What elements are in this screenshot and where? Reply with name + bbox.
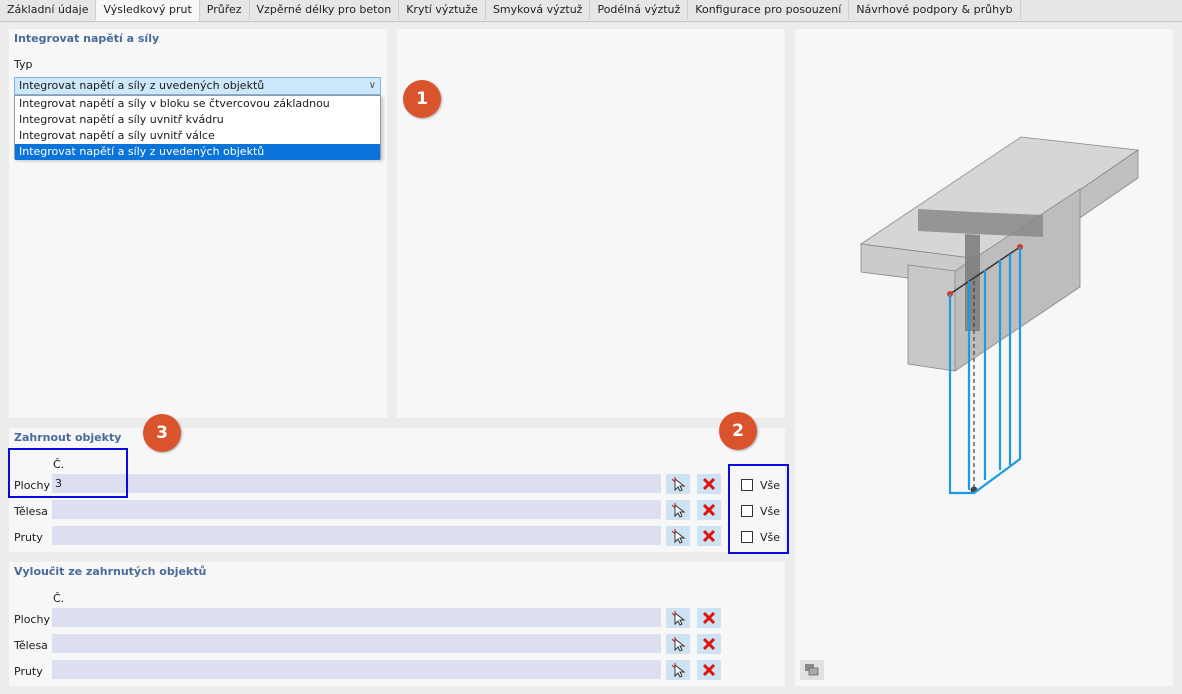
- exclude-title: Vyloučit ze zahrnutých objektů: [14, 565, 207, 578]
- highlight-box-all-checkboxes: [728, 464, 789, 554]
- web-front: [907, 264, 956, 372]
- middle-panel: [397, 29, 785, 418]
- type-dropdown-list: Integrovat napětí a síly v bloku se čtve…: [14, 95, 381, 160]
- highlight-box-surfaces: [8, 448, 128, 498]
- type-label: Typ: [14, 58, 33, 71]
- select-cursor-icon[interactable]: [666, 634, 690, 654]
- tab-shear-reinforcement[interactable]: Smyková výztuž: [485, 0, 591, 20]
- t-beam-3d-preview: [859, 136, 1140, 495]
- tab-design-configuration[interactable]: Konfigurace pro posouzení: [688, 0, 850, 20]
- view-settings-icon[interactable]: [800, 660, 824, 680]
- select-cursor-icon[interactable]: [666, 500, 690, 520]
- include-solids-input[interactable]: [52, 500, 661, 519]
- exclude-surfaces-input[interactable]: [52, 608, 661, 627]
- tab-design-supports[interactable]: Návrhové podpory & průhyb: [849, 0, 1021, 20]
- callout-badge-3: 3: [143, 414, 181, 452]
- tab-concrete-cover[interactable]: Krytí výztuže: [399, 0, 486, 20]
- exclude-members-label: Pruty: [14, 665, 43, 678]
- exclude-members-input[interactable]: [52, 660, 661, 679]
- delete-x-icon[interactable]: [697, 634, 721, 654]
- delete-x-icon[interactable]: [697, 660, 721, 680]
- type-select[interactable]: Integrovat napětí a síly z uvedených obj…: [14, 77, 381, 95]
- exclude-surfaces-label: Plochy: [14, 613, 50, 626]
- delete-x-icon[interactable]: [697, 500, 721, 520]
- type-option[interactable]: Integrovat napětí a síly v bloku se čtve…: [15, 96, 380, 112]
- tab-bar: Základní údaje Výsledkový prut Průřez Vz…: [0, 0, 1182, 22]
- exclude-solids-input[interactable]: [52, 634, 661, 653]
- callout-badge-2: 2: [719, 412, 757, 450]
- select-cursor-icon[interactable]: [666, 526, 690, 546]
- select-cursor-icon[interactable]: [666, 608, 690, 628]
- include-solids-label: Tělesa: [14, 505, 48, 518]
- select-cursor-icon[interactable]: [666, 660, 690, 680]
- delete-x-icon[interactable]: [697, 474, 721, 494]
- include-members-label: Pruty: [14, 531, 43, 544]
- delete-x-icon[interactable]: [697, 526, 721, 546]
- tab-basic-data[interactable]: Základní údaje: [0, 0, 97, 20]
- exclude-solids-label: Tělesa: [14, 639, 48, 652]
- include-surfaces-input[interactable]: 3: [52, 474, 661, 493]
- exclude-number-header: Č.: [53, 592, 65, 605]
- chevron-down-icon: ∨: [368, 80, 376, 91]
- tab-cross-section[interactable]: Průřez: [199, 0, 250, 20]
- callout-badge-1: 1: [403, 80, 441, 118]
- include-members-input[interactable]: [52, 526, 661, 545]
- tab-result-member[interactable]: Výsledkový prut: [96, 0, 200, 21]
- type-select-value: Integrovat napětí a síly z uvedených obj…: [19, 79, 265, 92]
- type-option[interactable]: Integrovat napětí a síly uvnitř kvádru: [15, 112, 380, 128]
- type-option-selected[interactable]: Integrovat napětí a síly z uvedených obj…: [15, 144, 380, 160]
- include-title: Zahrnout objekty: [14, 431, 122, 444]
- tab-buckling-lengths[interactable]: Vzpěrné délky pro beton: [249, 0, 400, 20]
- tab-longitudinal-reinforcement[interactable]: Podélná výztuž: [590, 0, 689, 20]
- integrate-title: Integrovat napětí a síly: [14, 32, 160, 45]
- select-cursor-icon[interactable]: [666, 474, 690, 494]
- type-option[interactable]: Integrovat napětí a síly uvnitř válce: [15, 128, 380, 144]
- delete-x-icon[interactable]: [697, 608, 721, 628]
